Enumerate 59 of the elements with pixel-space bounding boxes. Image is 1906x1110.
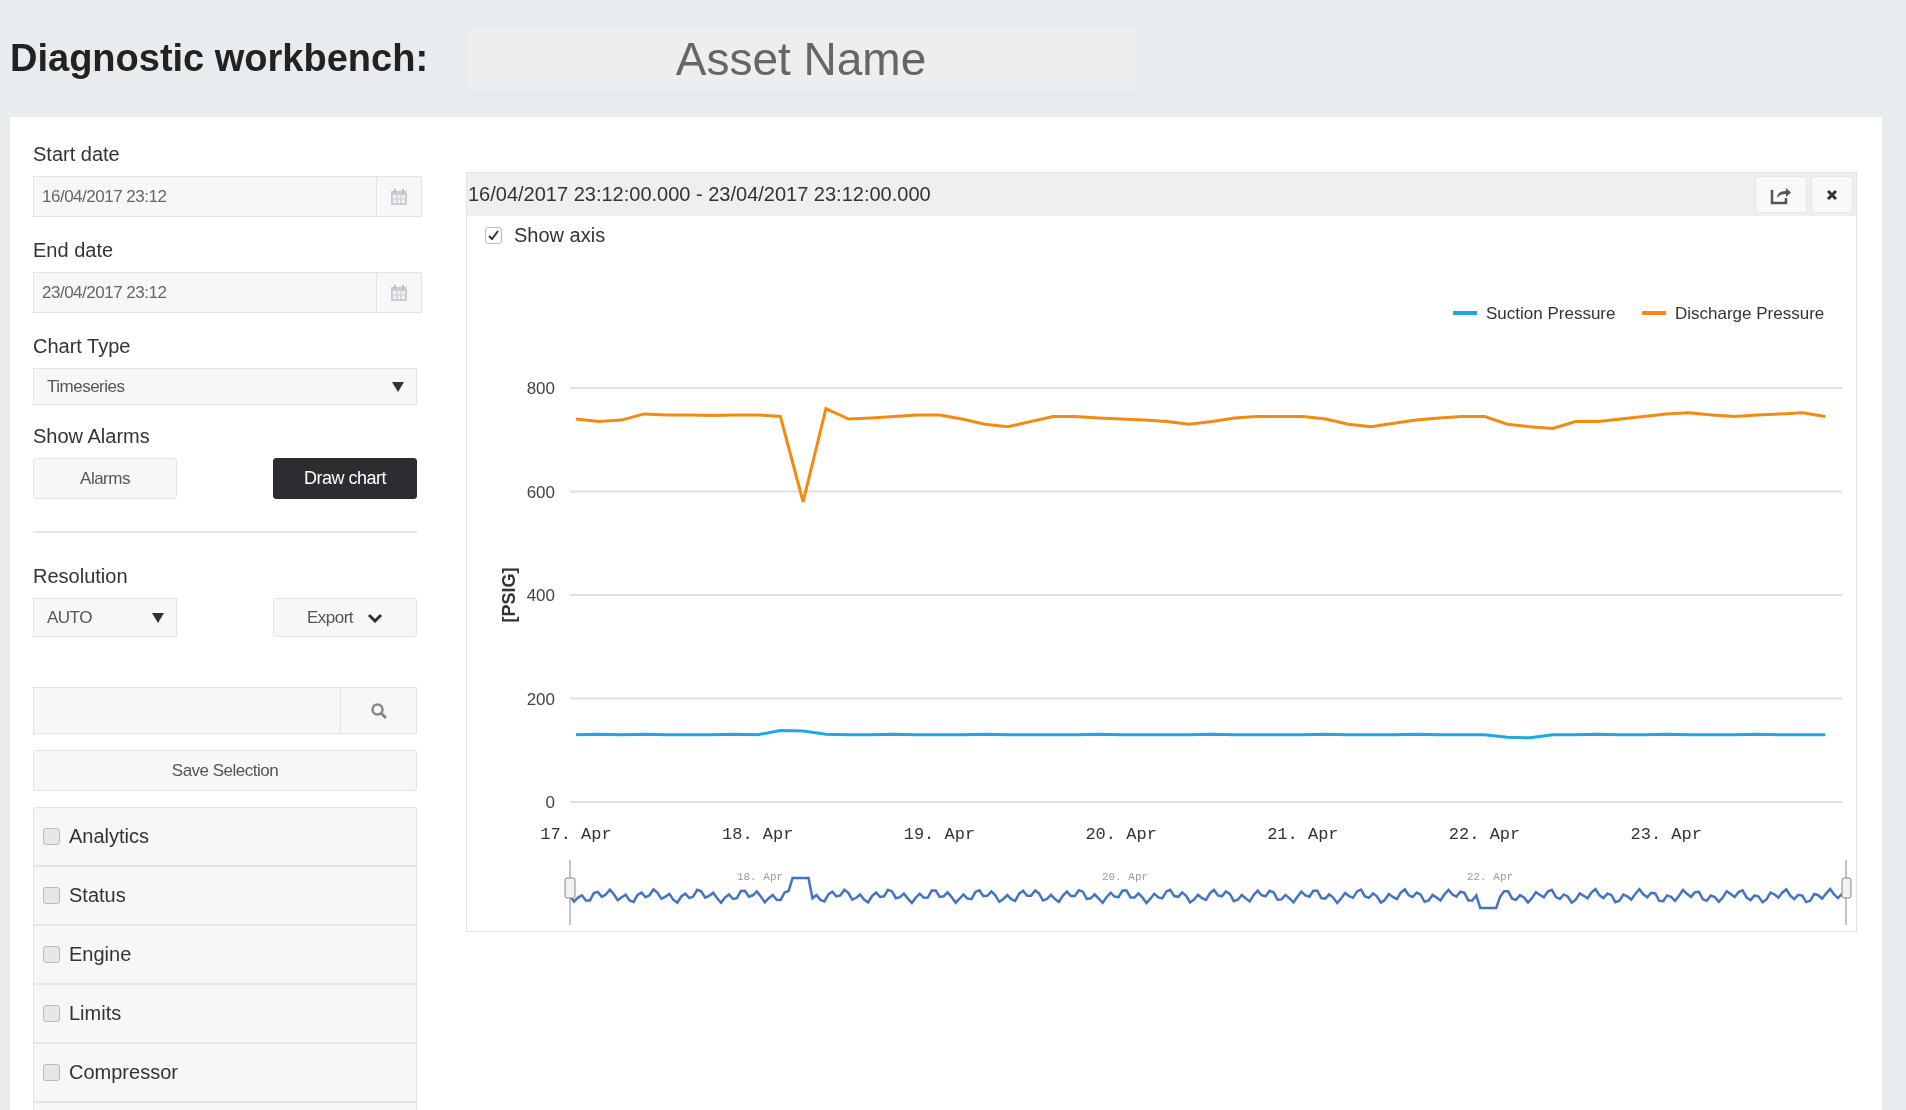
x-tick-label: 20. Apr <box>1085 825 1157 844</box>
group-label[interactable]: Compressor <box>69 1061 178 1084</box>
dropdown-arrow-icon <box>392 381 404 392</box>
group-label[interactable]: Engine <box>69 943 132 966</box>
calendar-icon <box>390 283 408 302</box>
show-axis-label[interactable]: Show axis <box>514 224 606 247</box>
draw-chart-button[interactable]: Draw chart <box>273 458 417 499</box>
checkbox[interactable] <box>43 1064 60 1081</box>
checkbox[interactable] <box>43 828 60 845</box>
search-field[interactable] <box>33 687 417 734</box>
chevron-down-icon <box>367 612 384 623</box>
x-tick-label: 18. Apr <box>722 825 794 844</box>
y-tick-label: 600 <box>526 482 555 502</box>
y-axis-label: [PSIG] <box>499 567 519 623</box>
range-handle[interactable] <box>564 859 576 926</box>
navigator-label: 22. Apr <box>1466 871 1514 883</box>
y-tick-label: 800 <box>526 379 555 398</box>
field-label: Show Alarms <box>33 425 151 448</box>
y-tick-label: 200 <box>526 689 555 709</box>
save-selection-button[interactable]: Save Selection <box>33 750 417 791</box>
y-tick-label: 400 <box>526 586 555 605</box>
legend-label[interactable]: Discharge Pressure <box>1675 304 1825 323</box>
search-icon <box>369 701 388 720</box>
group-label[interactable]: Status <box>69 884 126 907</box>
field-label: Resolution <box>33 565 129 588</box>
date-field[interactable]: 23/04/2017 23:12 <box>33 272 422 313</box>
page-title: Diagnostic workbench: <box>10 37 430 80</box>
alarms-button[interactable]: Alarms <box>33 458 177 499</box>
group-label[interactable]: Limits <box>69 1002 122 1025</box>
date-field[interactable]: 16/04/2017 23:12 <box>33 176 422 217</box>
close-icon <box>1826 188 1838 201</box>
field-label: Start date <box>33 143 121 166</box>
export-button[interactable]: Export <box>273 598 417 637</box>
date-value: 16/04/2017 23:12 <box>41 185 168 208</box>
checkbox[interactable] <box>485 227 502 244</box>
navigator-label: 20. Apr <box>1101 871 1149 883</box>
checkbox[interactable] <box>43 1005 60 1022</box>
group-label[interactable]: Analytics <box>69 825 150 848</box>
x-tick-label: 17. Apr <box>540 825 612 844</box>
share-button[interactable] <box>1755 176 1807 213</box>
dropdown-arrow-icon <box>152 612 164 623</box>
navigator-label: 18. Apr <box>736 871 784 883</box>
x-tick-label: 22. Apr <box>1448 825 1521 844</box>
range-handle[interactable] <box>1841 859 1852 926</box>
legend-label[interactable]: Suction Pressure <box>1486 304 1616 323</box>
field-label: Chart Type <box>33 335 132 358</box>
chart-type-dropdown[interactable]: Timeseries <box>33 368 417 405</box>
resolution-dropdown[interactable]: AUTO <box>33 598 177 637</box>
x-tick-label: 19. Apr <box>903 825 976 844</box>
calendar-icon <box>390 187 408 206</box>
y-tick-label: 0 <box>545 793 555 812</box>
field-label: End date <box>33 239 115 262</box>
close-button[interactable] <box>1811 176 1853 213</box>
date-value: 23/04/2017 23:12 <box>41 281 168 304</box>
checkbox[interactable] <box>43 946 60 963</box>
x-tick-label: 21. Apr <box>1267 825 1339 844</box>
checkbox[interactable] <box>43 887 60 904</box>
x-tick-label: 23. Apr <box>1630 825 1702 844</box>
chart-title: 16/04/2017 23:12:00.000 - 23/04/2017 23:12:00.000 <box>468 183 931 206</box>
